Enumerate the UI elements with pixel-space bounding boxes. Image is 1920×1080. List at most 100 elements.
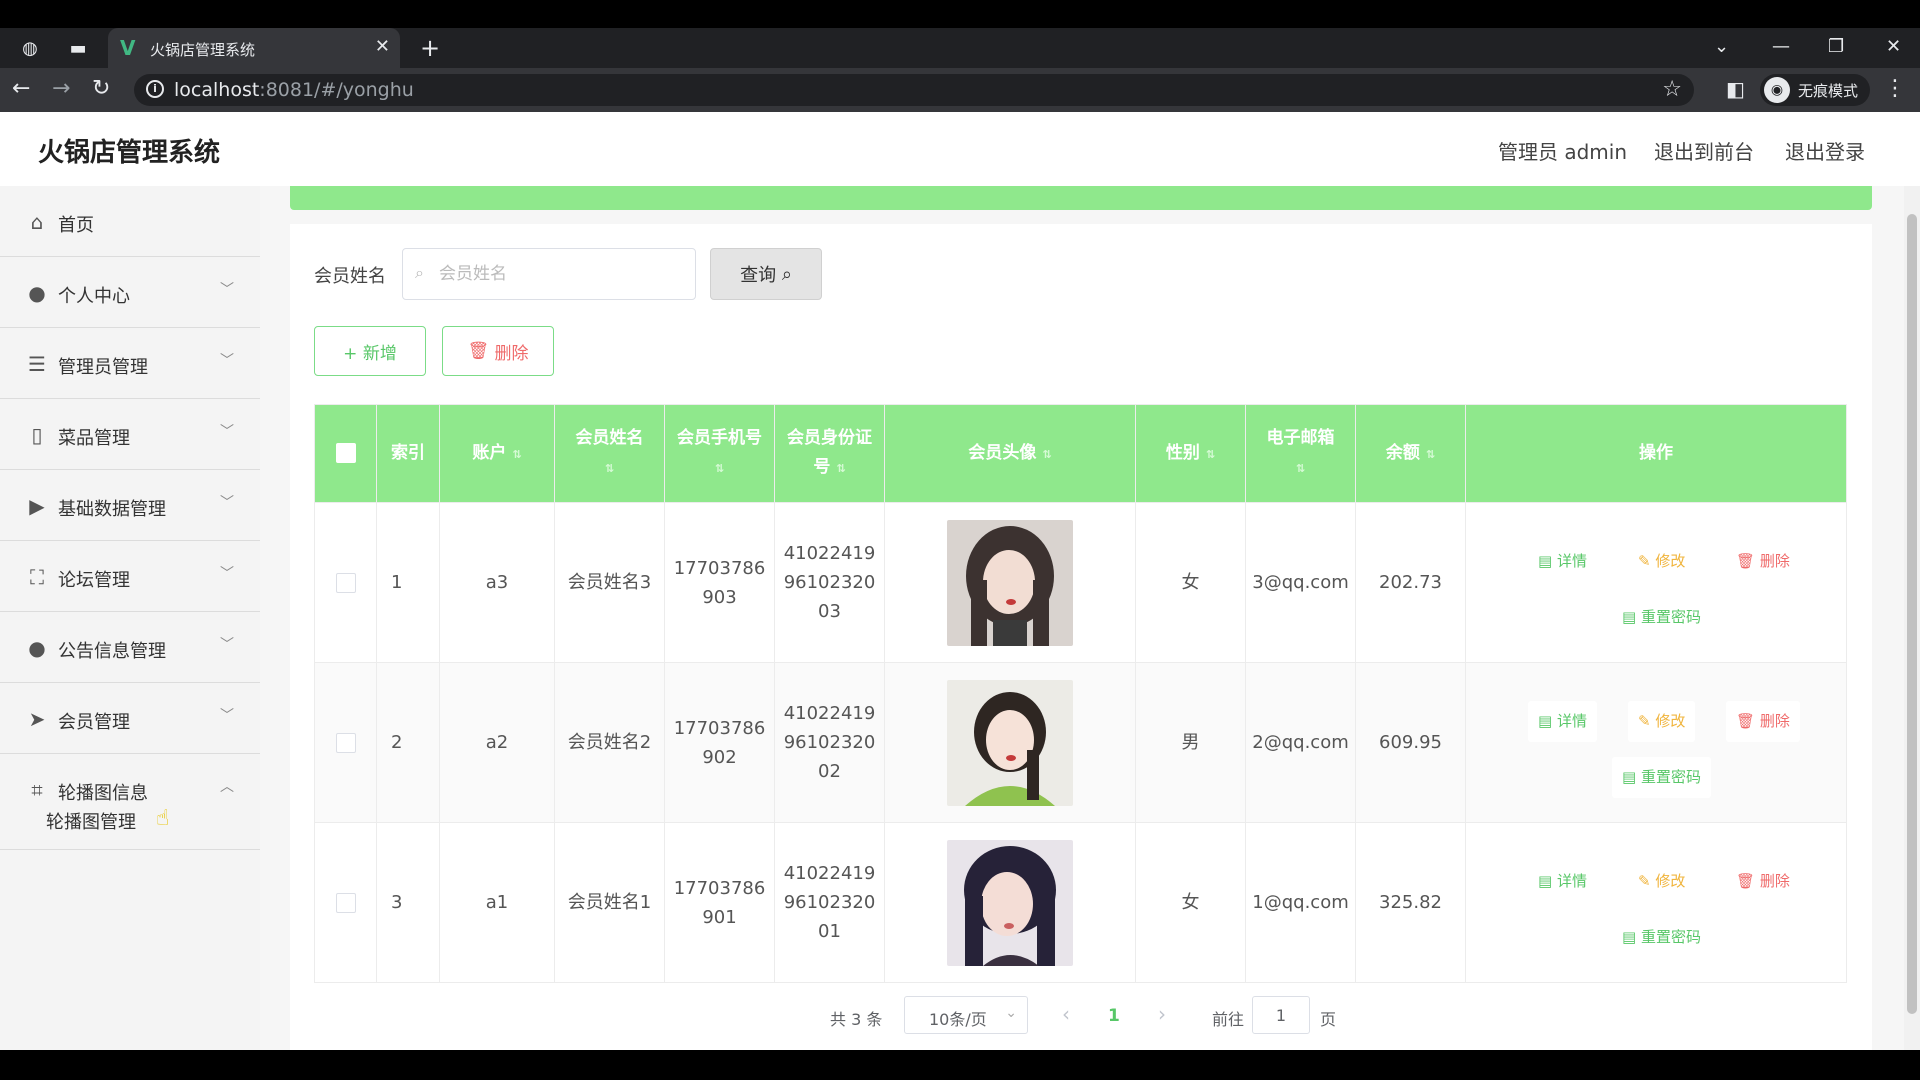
next-page-icon[interactable]: › [1158, 1002, 1166, 1026]
tab-strip-icon[interactable]: ▬ [66, 36, 90, 60]
sidebar-subitem-carousel-manage[interactable]: 轮播图管理 ☝ [0, 788, 260, 850]
sort-icon[interactable]: ⇅ [1042, 448, 1051, 461]
sidebar-item-label: 公告信息管理 [58, 641, 166, 662]
page-size-select[interactable]: 10条/页 ⌄ [904, 996, 1028, 1034]
sidebar-item-admins[interactable]: ☰ 管理员管理 ﹀ [0, 328, 260, 399]
col-ops: 操作 [1465, 404, 1847, 503]
url-field[interactable]: i localhost:8081/#/yonghu ☆ [134, 74, 1694, 106]
batch-delete-button[interactable]: 🗑 删除 [442, 326, 554, 376]
sidepanel-icon[interactable]: ◧ [1726, 77, 1745, 101]
tab-search-icon[interactable]: ⌄ [1714, 36, 1729, 57]
edit-button[interactable]: ✎ 修改 [1628, 860, 1696, 902]
sidebar-item-label: 个人中心 [58, 286, 130, 307]
page-size-value: 10条/页 [929, 1010, 987, 1029]
col-email[interactable]: 电子邮箱 ⇅ [1245, 404, 1356, 503]
prev-page-icon[interactable]: ‹ [1062, 1002, 1070, 1026]
sort-icon[interactable]: ⇅ [605, 462, 614, 475]
col-index: 索引 [376, 404, 440, 503]
sidebar-item-personal[interactable]: ● 个人中心 ﹀ [0, 257, 260, 328]
detail-button[interactable]: ▤ 详情 [1528, 700, 1597, 742]
page-number-current[interactable]: 1 [1108, 1006, 1120, 1026]
col-gender[interactable]: 性别 ⇅ [1135, 404, 1246, 503]
query-button[interactable]: 查询 ⌕ [710, 248, 822, 300]
goto-page-input[interactable] [1252, 996, 1310, 1034]
forward-icon[interactable]: → [52, 76, 70, 101]
edit-button[interactable]: ✎ 修改 [1628, 700, 1696, 742]
add-button[interactable]: + 新增 [314, 326, 426, 376]
sort-icon[interactable]: ⇅ [1206, 448, 1215, 461]
sidebar-item-dishes[interactable]: ▯ 菜品管理 ﹀ [0, 399, 260, 470]
reset-password-button[interactable]: ▤ 重置密码 [1612, 756, 1711, 798]
chevron-down-icon: ﹀ [220, 495, 234, 511]
new-tab-icon[interactable]: + [420, 34, 440, 62]
col-idcard[interactable]: 会员身份证号 ⇅ [774, 404, 885, 503]
chevron-down-icon: ﹀ [220, 566, 234, 582]
reset-label: 重置密码 [1640, 927, 1701, 946]
sidebar-item-carousel[interactable]: ⌗ 轮播图信息 ︿ [0, 754, 260, 804]
row-checkbox[interactable] [314, 822, 377, 983]
back-icon[interactable]: ← [12, 76, 30, 101]
cell-index: 2 [376, 662, 440, 823]
cell-balance: 202.73 [1355, 502, 1466, 663]
reset-password-button[interactable]: ▤ 重置密码 [1612, 916, 1711, 958]
page-scrollbar[interactable] [1904, 186, 1920, 1050]
select-all-checkbox[interactable] [314, 404, 377, 503]
row-checkbox[interactable] [314, 502, 377, 663]
sidebar-item-basedata[interactable]: ▶ 基础数据管理 ﹀ [0, 470, 260, 541]
incognito-badge[interactable]: ◉ 无痕模式 [1760, 74, 1871, 106]
app-brand: 火锅店管理系统 [38, 138, 221, 168]
tab-title: 火锅店管理系统 [150, 41, 256, 59]
cell-email: 3@qq.com [1245, 502, 1356, 663]
col-phone[interactable]: 会员手机号 ⇅ [664, 404, 775, 503]
doc-icon: ▤ [1538, 551, 1553, 570]
logout-link[interactable]: 退出登录 [1785, 136, 1865, 165]
cell-gender: 女 [1135, 502, 1246, 663]
sidebar-item-members[interactable]: ➤ 会员管理 ﹀ [0, 683, 260, 754]
sort-icon[interactable]: ⇅ [715, 462, 724, 475]
reload-icon[interactable]: ↻ [92, 76, 110, 101]
col-name[interactable]: 会员姓名 ⇅ [554, 404, 665, 503]
sort-icon[interactable]: ⇅ [512, 448, 521, 461]
chevron-down-icon: ﹀ [220, 424, 234, 440]
back-to-front-link[interactable]: 退出到前台 [1654, 136, 1754, 165]
scrollbar-thumb[interactable] [1907, 214, 1917, 1014]
col-account[interactable]: 账户 ⇅ [439, 404, 555, 503]
row-checkbox[interactable] [314, 662, 377, 823]
cell-index: 1 [376, 502, 440, 663]
col-balance[interactable]: 余额 ⇅ [1355, 404, 1466, 503]
delete-button[interactable]: 🗑 删除 [1726, 540, 1800, 582]
cell-balance: 325.82 [1355, 822, 1466, 983]
reset-password-button[interactable]: ▤ 重置密码 [1612, 596, 1711, 638]
sidebar-item-label: 管理员管理 [58, 357, 148, 378]
sidebar-item-home[interactable]: ⌂ 首页 [0, 186, 260, 257]
sort-icon[interactable]: ⇅ [1426, 448, 1435, 461]
site-info-icon[interactable]: i [146, 80, 164, 98]
sort-icon[interactable]: ⇅ [1296, 462, 1305, 475]
dish-icon: ▯ [31, 423, 43, 447]
detail-button[interactable]: ▤ 详情 [1528, 540, 1597, 582]
edit-button[interactable]: ✎ 修改 [1628, 540, 1696, 582]
doc-icon: ▤ [1538, 871, 1553, 890]
sidebar-item-label: 菜品管理 [58, 428, 130, 449]
close-tab-icon[interactable]: ✕ [375, 36, 390, 57]
close-window-icon[interactable]: ✕ [1886, 36, 1901, 57]
cell-ops: ▤ 详情 ✎ 修改 🗑 删除 ▤ 重置密码 [1465, 502, 1847, 663]
sidebar-item-notice[interactable]: ● 公告信息管理 ﹀ [0, 612, 260, 683]
avatar [947, 839, 1073, 966]
detail-button[interactable]: ▤ 详情 [1528, 860, 1597, 902]
browser-tab-active[interactable]: V 火锅店管理系统 ✕ [108, 28, 400, 68]
table-row: 3 a1 会员姓名1 17703786901 41022419961023200… [314, 822, 1847, 983]
delete-button[interactable]: 🗑 删除 [1726, 700, 1800, 742]
bookmark-star-icon[interactable]: ☆ [1662, 77, 1682, 102]
minimize-icon[interactable]: — [1772, 36, 1790, 57]
restore-icon[interactable]: ❐ [1828, 36, 1844, 57]
col-account-label: 账户 [472, 442, 507, 463]
sort-icon[interactable]: ⇅ [836, 462, 845, 475]
browser-menu-icon[interactable]: ⋮ [1884, 76, 1906, 101]
search-input[interactable] [439, 261, 679, 287]
delete-button[interactable]: 🗑 删除 [1726, 860, 1800, 902]
sidebar-item-forum[interactable]: ⛶ 论坛管理 ﹀ [0, 541, 260, 612]
col-avatar[interactable]: 会员头像 ⇅ [884, 404, 1136, 503]
goto-label: 前往 [1212, 1010, 1245, 1029]
globe-icon[interactable]: ◍ [18, 36, 42, 60]
